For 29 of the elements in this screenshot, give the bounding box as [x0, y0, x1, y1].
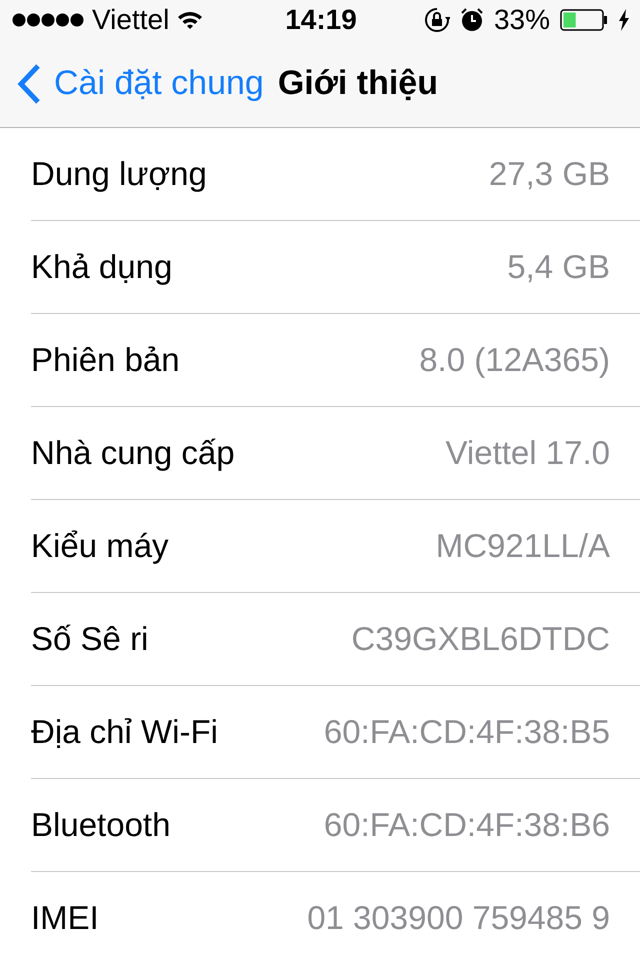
- row-value: Viettel 17.0: [445, 434, 610, 472]
- row-value: C39GXBL6DTDC: [351, 620, 610, 658]
- row-value: 27,3 GB: [488, 155, 610, 193]
- alarm-clock-icon: [460, 8, 484, 32]
- wifi-icon: [177, 10, 204, 30]
- row-label: Bluetooth: [31, 806, 170, 844]
- row-value: MC921LL/A: [436, 527, 610, 565]
- clock-time: 14:19: [285, 4, 357, 36]
- row-value: 60:FA:CD:4F:38:B5: [324, 713, 610, 751]
- row-value: 8.0 (12A365): [419, 341, 610, 379]
- row-label: Phiên bản: [31, 341, 180, 379]
- back-button[interactable]: Cài đặt chung: [16, 62, 264, 104]
- row-label: Khả dụng: [31, 248, 172, 286]
- row-value: 60:FA:CD:4F:38:B6: [324, 806, 610, 844]
- battery-icon: [560, 9, 608, 31]
- page-title: Giới thiệu: [278, 64, 438, 103]
- carrier-name: Viettel: [92, 4, 170, 36]
- rotation-lock-icon: [424, 7, 450, 33]
- row-value: 5,4 GB: [507, 248, 610, 286]
- row-label: Số Sê ri: [31, 620, 148, 658]
- row-value: 01 303900 759485 9: [307, 899, 610, 937]
- row-label: Dung lượng: [31, 155, 207, 193]
- back-chevron-icon: [16, 62, 42, 104]
- row-label: Địa chỉ Wi-Fi: [31, 713, 218, 751]
- row-label: Nhà cung cấp: [31, 434, 235, 472]
- signal-icon: [12, 13, 84, 27]
- row-label: Kiểu máy: [31, 527, 169, 565]
- row-label: IMEI: [31, 899, 99, 937]
- battery-percentage: 33%: [494, 4, 550, 36]
